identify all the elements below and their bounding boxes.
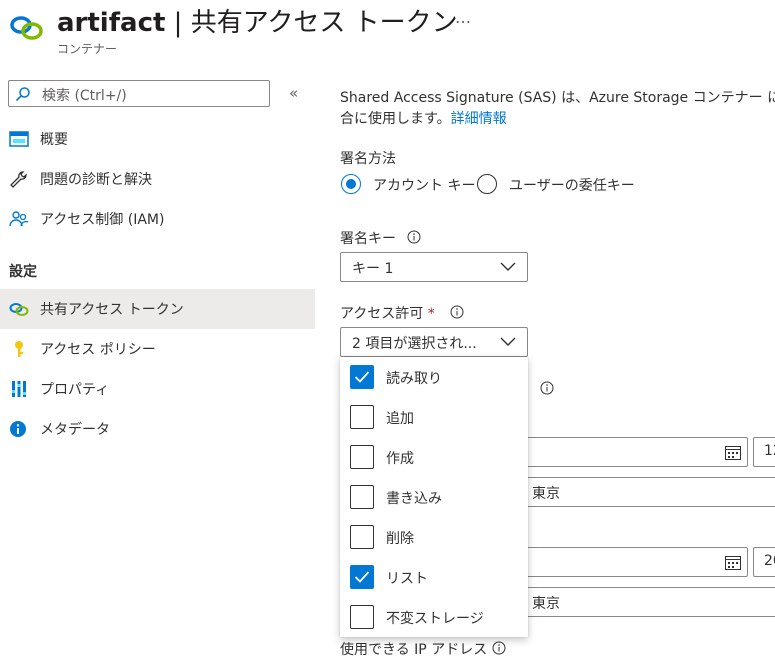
- option-label: 書き込み: [386, 491, 442, 507]
- expiry-timezone-dropdown[interactable]: 東京: [500, 587, 775, 617]
- option-label: リスト: [386, 571, 428, 587]
- wrench-icon: [10, 171, 27, 188]
- permission-option-add[interactable]: 追加: [340, 398, 528, 438]
- start-timezone-value: 東京: [532, 486, 560, 502]
- signing-method-label: 署名方法: [340, 151, 396, 167]
- calendar-icon: [725, 556, 741, 570]
- allowed-ip-label: 使用できる IP アドレス: [340, 642, 488, 658]
- radio-account-key-label: アカウント キー: [373, 178, 476, 194]
- checkbox-list[interactable]: [350, 565, 374, 589]
- permissions-label: アクセス許可 *: [340, 306, 435, 322]
- sidebar-item-shared-access-tokens[interactable]: 共有アクセス トークン: [0, 289, 315, 329]
- radio-user-delegation-key-label: ユーザーの委任キー: [509, 178, 635, 194]
- option-label: 削除: [386, 531, 414, 547]
- sidebar-item-diagnose[interactable]: 問題の診断と解決: [0, 159, 315, 199]
- info-circle-icon[interactable]: [450, 305, 464, 319]
- page-title: artifact | 共有アクセス トークン: [57, 8, 458, 38]
- permissions-menu: 読み取り 追加 作成 書き込み 削除 リスト 不変ストレージ: [340, 357, 528, 637]
- info-circle-icon[interactable]: [540, 381, 554, 395]
- checkbox-read[interactable]: [350, 365, 374, 389]
- info-circle-icon[interactable]: [407, 230, 421, 244]
- option-label: 読み取り: [386, 371, 442, 387]
- sidebar-item-properties[interactable]: プロパティ: [0, 369, 315, 409]
- expiry-date-field[interactable]: [500, 547, 748, 577]
- sidebar-item-overview[interactable]: 概要: [0, 119, 315, 159]
- people-icon: [9, 211, 29, 227]
- page-subtitle: コンテナー: [57, 42, 118, 56]
- checkbox-immutable-storage[interactable]: [350, 605, 374, 629]
- collapse-sidebar-button[interactable]: «: [289, 84, 298, 102]
- start-time-field[interactable]: 12: [753, 437, 775, 467]
- radio-user-delegation-key[interactable]: [477, 174, 497, 194]
- expiry-timezone-value: 東京: [532, 596, 560, 612]
- start-time-value: 12: [764, 443, 775, 459]
- checkbox-delete[interactable]: [350, 525, 374, 549]
- signing-key-label: 署名キー: [340, 231, 396, 247]
- permission-option-immutable-storage[interactable]: 不変ストレージ: [340, 598, 528, 638]
- description-text-2: 合に使用します。詳細情報: [340, 111, 507, 127]
- sidebar-item-iam[interactable]: アクセス制御 (IAM): [0, 199, 315, 239]
- sidebar-item-access-policy[interactable]: アクセス ポリシー: [0, 329, 315, 369]
- checkmark-icon: [354, 571, 370, 583]
- info-icon: [10, 421, 26, 437]
- permission-option-create[interactable]: 作成: [340, 438, 528, 478]
- sidebar-item-metadata[interactable]: メタデータ: [0, 409, 315, 449]
- option-label: 作成: [386, 451, 414, 467]
- option-label: 不変ストレージ: [386, 611, 484, 627]
- learn-more-link[interactable]: 詳細情報: [451, 111, 507, 127]
- sidebar-item-label: 問題の診断と解決: [40, 172, 152, 188]
- chevron-down-icon: [500, 262, 516, 271]
- link-icon: [9, 303, 29, 316]
- calendar-icon: [725, 446, 741, 460]
- more-options-button[interactable]: …: [455, 8, 472, 27]
- search-placeholder: 検索 (Ctrl+/): [42, 88, 127, 104]
- checkbox-write[interactable]: [350, 485, 374, 509]
- sidebar-item-label: メタデータ: [40, 422, 110, 438]
- checkbox-add[interactable]: [350, 405, 374, 429]
- search-icon: [15, 87, 30, 102]
- expiry-time-value: 20: [764, 553, 775, 569]
- sidebar-item-label: アクセス制御 (IAM): [40, 212, 165, 228]
- radio-account-key[interactable]: [341, 174, 361, 194]
- sidebar-item-label: 共有アクセス トークン: [40, 302, 184, 318]
- expiry-time-field[interactable]: 20: [753, 547, 775, 577]
- start-timezone-dropdown[interactable]: 東京: [500, 477, 775, 507]
- shared-access-link-icon: [10, 16, 43, 40]
- overview-icon: [9, 131, 29, 147]
- sidebar-item-label: プロパティ: [40, 382, 110, 398]
- signing-key-value: キー 1: [352, 261, 394, 277]
- properties-icon: [12, 381, 26, 397]
- checkmark-icon: [354, 371, 370, 383]
- chevron-down-icon: [500, 337, 516, 346]
- option-label: 追加: [386, 411, 414, 427]
- permissions-value: 2 項目が選択され...: [352, 336, 477, 352]
- permissions-dropdown[interactable]: 2 項目が選択され...: [340, 327, 528, 357]
- section-heading-settings: 設定: [9, 264, 37, 280]
- checkbox-create[interactable]: [350, 445, 374, 469]
- key-icon: [15, 341, 23, 357]
- permission-option-read[interactable]: 読み取り: [340, 358, 528, 398]
- sidebar-item-label: アクセス ポリシー: [40, 342, 156, 358]
- signing-key-dropdown[interactable]: キー 1: [340, 252, 528, 282]
- search-input[interactable]: 検索 (Ctrl+/): [8, 80, 270, 107]
- info-circle-icon[interactable]: [492, 641, 506, 655]
- permission-option-list[interactable]: リスト: [340, 558, 528, 598]
- permission-option-delete[interactable]: 削除: [340, 518, 528, 558]
- permission-option-write[interactable]: 書き込み: [340, 478, 528, 518]
- start-date-field[interactable]: [500, 437, 748, 467]
- sidebar-item-label: 概要: [40, 132, 68, 148]
- description-text: Shared Access Signature (SAS) は、Azure St…: [340, 90, 775, 106]
